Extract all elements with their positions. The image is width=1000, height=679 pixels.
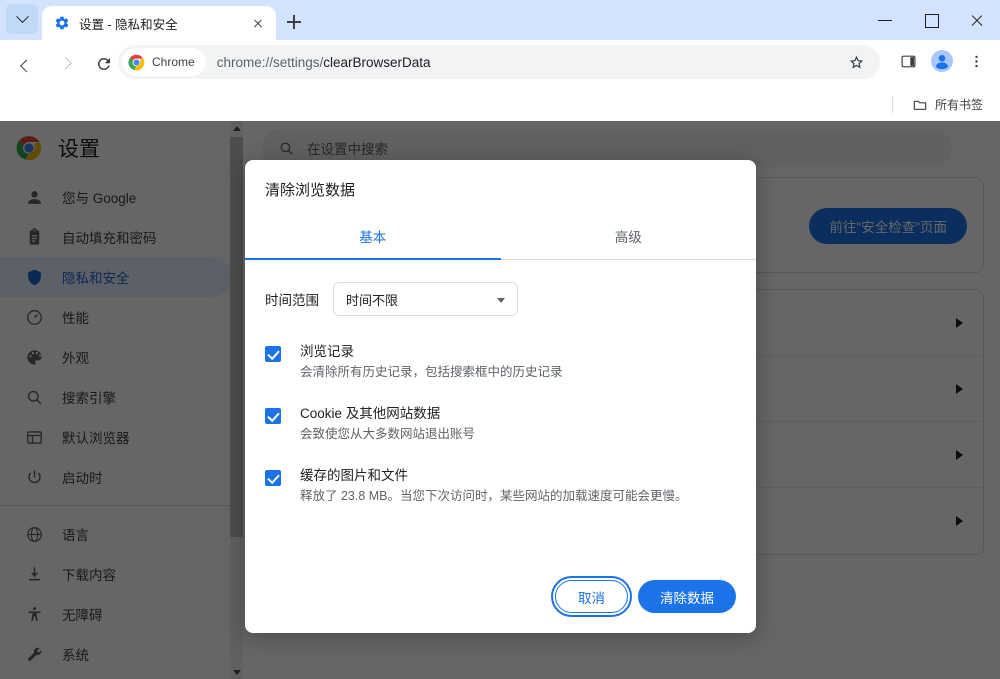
url-scheme: chrome://settings/ <box>217 55 324 70</box>
arrow-forward-icon <box>59 56 72 69</box>
chevron-down-icon <box>497 298 505 303</box>
clear-data-button[interactable]: 清除数据 <box>638 580 736 613</box>
option-title: 缓存的图片和文件 <box>300 468 408 483</box>
toolbar-right-actions <box>892 45 992 77</box>
folder-icon <box>912 97 928 113</box>
all-bookmarks-label: 所有书签 <box>935 96 983 113</box>
chevron-down-icon <box>16 10 29 23</box>
checkbox-browsing-history[interactable] <box>265 346 281 362</box>
close-icon[interactable] <box>954 0 1000 40</box>
bookmarks-bar: 所有书签 <box>0 88 1000 121</box>
browser-menu-button[interactable] <box>960 45 992 77</box>
tab-strip: 设置 - 隐私和安全 <box>0 0 1000 40</box>
url-text: chrome://settings/clearBrowserData <box>217 55 431 70</box>
checkbox-cookies[interactable] <box>265 408 281 424</box>
cancel-button[interactable]: 取消 <box>555 580 628 613</box>
close-icon[interactable] <box>248 13 268 33</box>
option-description: 释放了 23.8 MB。当您下次访问时，某些网站的加载速度可能会更慢。 <box>300 487 688 506</box>
clear-options-list: 浏览记录 会清除所有历史记录，包括搜索框中的历史记录 Cookie 及其他网站数… <box>265 342 736 506</box>
option-title: 浏览记录 <box>300 344 354 359</box>
option-title: Cookie 及其他网站数据 <box>300 406 440 421</box>
clear-browsing-data-dialog: 清除浏览数据 基本 高级 时间范围 时间不限 浏览记录 会清除所有历史记录，包括… <box>245 160 756 633</box>
chrome-chip-label: Chrome <box>152 55 195 69</box>
tab-advanced[interactable]: 高级 <box>501 214 757 259</box>
option-text: 浏览记录 会清除所有历史记录，包括搜索框中的历史记录 <box>300 342 563 382</box>
side-panel-button[interactable] <box>892 45 924 77</box>
option-text: Cookie 及其他网站数据 会致使您从大多数网站退出账号 <box>300 404 475 444</box>
option-description: 会清除所有历史记录，包括搜索框中的历史记录 <box>300 363 563 382</box>
time-range-select[interactable]: 时间不限 <box>333 282 518 316</box>
maximize-icon[interactable] <box>908 0 954 40</box>
three-dots-menu-icon <box>968 53 985 70</box>
window-controls <box>862 0 1000 40</box>
all-bookmarks-button[interactable]: 所有书签 <box>905 92 990 117</box>
star-icon <box>848 54 865 71</box>
dialog-tabs: 基本 高级 <box>245 214 756 260</box>
back-button[interactable] <box>9 47 43 81</box>
dialog-body: 时间范围 时间不限 浏览记录 会清除所有历史记录，包括搜索框中的历史记录 <box>245 260 756 580</box>
gear-icon <box>54 15 70 31</box>
divider <box>892 96 893 113</box>
chrome-origin-chip: Chrome <box>122 48 206 76</box>
time-range-value: 时间不限 <box>346 290 398 309</box>
profile-button[interactable] <box>926 45 958 77</box>
side-panel-icon <box>900 53 917 70</box>
tab-search-button[interactable] <box>6 4 38 34</box>
arrow-back-icon <box>20 59 33 72</box>
forward-button[interactable] <box>48 47 82 81</box>
option-description: 会致使您从大多数网站退出账号 <box>300 425 475 444</box>
dialog-title: 清除浏览数据 <box>245 160 756 200</box>
address-bar[interactable]: Chrome chrome://settings/clearBrowserDat… <box>118 45 880 79</box>
dialog-footer: 取消 清除数据 <box>245 580 756 633</box>
checkbox-cached-images[interactable] <box>265 470 281 486</box>
option-browsing-history[interactable]: 浏览记录 会清除所有历史记录，包括搜索框中的历史记录 <box>265 342 736 382</box>
reload-icon <box>95 55 113 73</box>
browser-tab[interactable]: 设置 - 隐私和安全 <box>42 6 276 40</box>
profile-avatar-icon <box>930 49 954 73</box>
time-range-label: 时间范围 <box>265 289 319 309</box>
option-cached-images[interactable]: 缓存的图片和文件 释放了 23.8 MB。当您下次访问时，某些网站的加载速度可能… <box>265 466 736 506</box>
browser-window: 设置 - 隐私和安全 <box>0 0 1000 679</box>
tab-basic[interactable]: 基本 <box>245 214 501 259</box>
bookmark-star-button[interactable] <box>841 47 871 77</box>
time-range-group: 时间范围 时间不限 <box>265 282 736 316</box>
option-cookies[interactable]: Cookie 及其他网站数据 会致使您从大多数网站退出账号 <box>265 404 736 444</box>
option-text: 缓存的图片和文件 释放了 23.8 MB。当您下次访问时，某些网站的加载速度可能… <box>300 466 688 506</box>
new-tab-button[interactable] <box>280 8 308 36</box>
minimize-icon[interactable] <box>862 0 908 40</box>
url-path: clearBrowserData <box>323 55 430 70</box>
chrome-logo-icon <box>128 54 145 71</box>
reload-button[interactable] <box>87 47 121 81</box>
tab-title: 设置 - 隐私和安全 <box>79 14 244 33</box>
